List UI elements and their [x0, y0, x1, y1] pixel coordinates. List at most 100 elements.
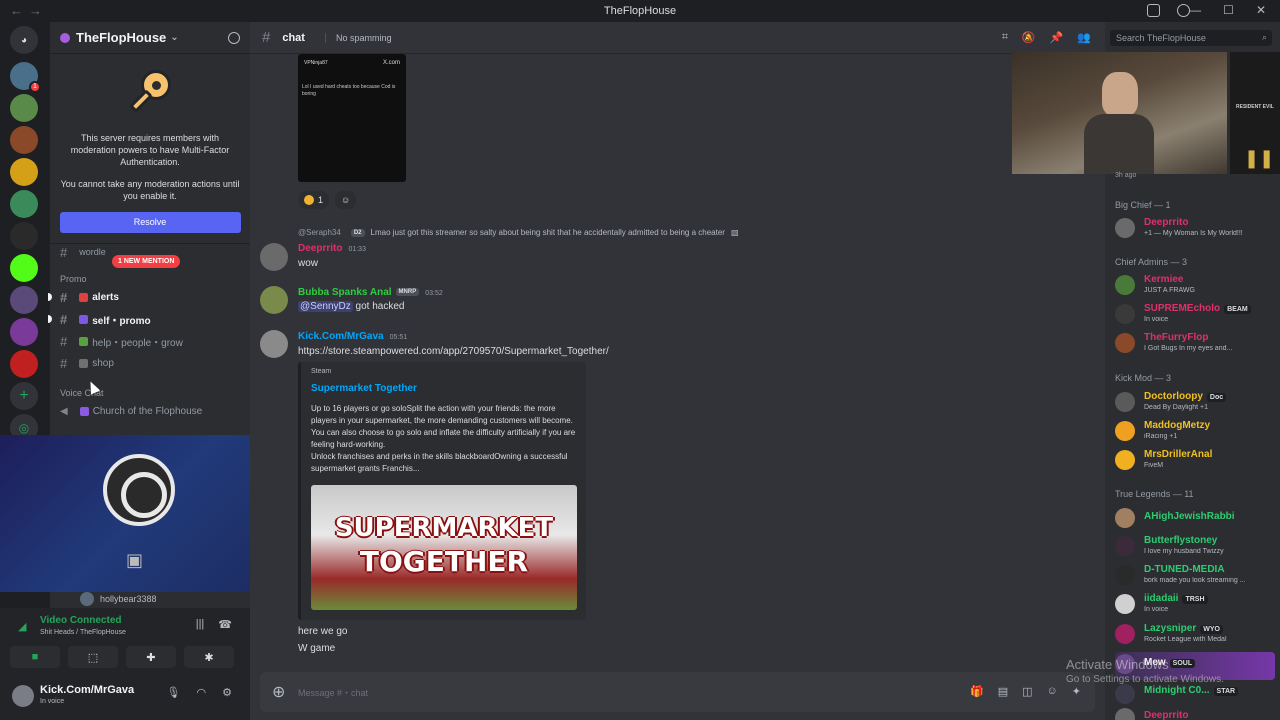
- embed-title[interactable]: Supermarket Together: [311, 383, 417, 394]
- category-promo[interactable]: Promo: [50, 266, 250, 286]
- member-item[interactable]: Doctorloopy Doc Dead By Daylight +1: [1115, 390, 1275, 418]
- message-author[interactable]: Bubba Spanks Anal MNRP 03:52: [298, 287, 443, 298]
- embed-image[interactable]: SUPERMARKET TOGETHER: [311, 485, 577, 610]
- member-item[interactable]: TheFurryFlop I Got Bugs In my eyes and..…: [1115, 331, 1275, 359]
- hash-icon: #: [262, 29, 271, 46]
- avatar[interactable]: [260, 243, 288, 271]
- image-icon: ▧: [730, 228, 739, 237]
- headphones-icon[interactable]: ◠: [197, 686, 207, 699]
- pin-icon[interactable]: 📌: [1050, 31, 1064, 44]
- channel-self-promo[interactable]: # self・promo: [48, 308, 250, 330]
- inbox-icon[interactable]: [1147, 4, 1160, 17]
- activities-button[interactable]: ✚: [126, 646, 176, 668]
- user-mention[interactable]: @SennyDz: [298, 301, 353, 312]
- disconnect-icon[interactable]: ☎: [218, 618, 232, 631]
- help-icon[interactable]: [1177, 4, 1190, 17]
- server-icon[interactable]: 1: [10, 62, 41, 93]
- chevron-down-icon: ⌄: [170, 32, 179, 43]
- role-group-header: True Legends — 11: [1115, 489, 1194, 499]
- avatar: [1115, 536, 1135, 556]
- member-item[interactable]: D-TUNED-MEDIA bork made you look streami…: [1115, 563, 1275, 591]
- voice-channel-church[interactable]: ◀ Church of the Flophouse: [50, 400, 250, 422]
- seedling-emoji-icon: [79, 336, 89, 346]
- server-icon[interactable]: [10, 190, 38, 218]
- member-item[interactable]: SUPREMEcholo BEAM In voice: [1115, 302, 1275, 330]
- message-text: W game: [298, 643, 336, 654]
- crown-server-icon[interactable]: [10, 158, 38, 186]
- server-icon[interactable]: [10, 286, 38, 314]
- channel-alerts[interactable]: # alerts: [48, 286, 250, 308]
- threads-icon[interactable]: ⌗: [1002, 31, 1008, 44]
- server-icon[interactable]: [10, 126, 38, 154]
- close-button[interactable]: ✕: [1256, 3, 1266, 17]
- channel-topic[interactable]: No spamming: [324, 32, 392, 43]
- category-voice-chat[interactable]: Voice Chat: [50, 380, 250, 400]
- resolve-button[interactable]: Resolve: [59, 212, 241, 233]
- gif-icon[interactable]: ▤: [998, 685, 1008, 698]
- signal-icon[interactable]: ◢: [18, 620, 26, 633]
- apps-icon[interactable]: ✦: [1072, 685, 1081, 698]
- member-item[interactable]: AHighJewishRabbi: [1115, 506, 1275, 534]
- message-text: wow: [298, 258, 319, 269]
- sticker-icon[interactable]: ◫: [1022, 685, 1032, 698]
- attach-plus-icon[interactable]: ⊕: [272, 682, 285, 702]
- new-mention-badge[interactable]: 1 NEW MENTION: [112, 255, 181, 268]
- avatar: [1115, 594, 1135, 614]
- timestamp: 3h ago: [1115, 172, 1137, 179]
- voice-status[interactable]: Video Connected: [40, 615, 122, 626]
- user-name[interactable]: Kick.Com/MrGava: [40, 684, 134, 696]
- gift-icon[interactable]: 🎁: [970, 685, 984, 698]
- message-author[interactable]: Deeprrito 01:33: [298, 243, 366, 254]
- maximize-button[interactable]: ☐: [1223, 3, 1234, 17]
- member-item[interactable]: Deeprrito +1 — My Woman Is My World!!!: [1115, 216, 1275, 244]
- screen-share-button[interactable]: ⬚: [68, 646, 118, 668]
- reply-reference[interactable]: @Seraph34 D2 Lmao just got this streamer…: [298, 228, 739, 237]
- server-icon[interactable]: [10, 94, 38, 122]
- noise-suppression-icon[interactable]: |||: [196, 618, 205, 631]
- member-item[interactable]: MrsDrillerAnal FiveM: [1115, 448, 1275, 476]
- member-item[interactable]: Kermiee JUST A FRAWG: [1115, 273, 1275, 301]
- reaction-laugh[interactable]: 1: [298, 191, 330, 209]
- microphone-icon[interactable]: 🎙: [167, 686, 181, 699]
- gear-icon[interactable]: ⚙: [222, 686, 232, 699]
- emoji-icon[interactable]: ☺: [1047, 685, 1058, 698]
- role-group-header: Big Chief — 1: [1115, 200, 1171, 210]
- discord-home-icon[interactable]: ◕: [10, 26, 38, 54]
- server-header[interactable]: TheFlopHouse ⌄: [50, 22, 250, 54]
- kick-server-icon[interactable]: [10, 254, 38, 282]
- voice-participant[interactable]: hollybear3388: [80, 592, 157, 606]
- add-member-icon[interactable]: [228, 31, 240, 44]
- add-reaction-button[interactable]: ☺: [335, 191, 357, 209]
- server-icon[interactable]: [10, 222, 38, 250]
- camera-button[interactable]: ■: [10, 646, 60, 668]
- embedded-screenshot[interactable]: VPNinja87 X.com Lol I used hard cheats t…: [298, 54, 406, 182]
- member-item[interactable]: Butterflystoney I love my husband Twizzy: [1115, 534, 1275, 562]
- avatar: [1115, 508, 1135, 528]
- avatar[interactable]: [260, 330, 288, 358]
- voice-channel-path[interactable]: Shit Heads / TheFlopHouse: [40, 629, 126, 636]
- avatar: [1115, 392, 1135, 412]
- server-icon[interactable]: [10, 318, 38, 346]
- member-item[interactable]: Lazysniper WYO Rocket League with Medal: [1115, 622, 1275, 650]
- channel-help[interactable]: # help・people・grow: [50, 330, 250, 352]
- embed-provider[interactable]: Steam: [311, 368, 331, 375]
- avatar[interactable]: [12, 685, 34, 707]
- server-icon[interactable]: [10, 350, 38, 378]
- add-server-icon[interactable]: +: [10, 382, 38, 410]
- bell-off-icon[interactable]: 🔕: [1022, 31, 1036, 44]
- soundboard-button[interactable]: ✱: [184, 646, 234, 668]
- minimize-button[interactable]: —: [1189, 3, 1201, 17]
- member-item[interactable]: Deeprrito: [1115, 706, 1275, 720]
- channel-shop[interactable]: # shop: [50, 352, 250, 374]
- member-item[interactable]: iidadaii TRSH In voice: [1115, 592, 1275, 620]
- link-embed-card: Steam Supermarket Together Up to 16 play…: [298, 362, 586, 620]
- members-icon[interactable]: 👥: [1077, 31, 1091, 44]
- message-author[interactable]: Kick.Com/MrGava 05:51: [298, 331, 407, 342]
- message-link[interactable]: https://store.steampowered.com/app/27095…: [298, 346, 609, 357]
- avatar: [1115, 218, 1135, 238]
- message-input[interactable]: Message #・chat: [298, 686, 368, 699]
- member-item[interactable]: MaddogMetzy iRacing +1: [1115, 419, 1275, 447]
- search-input[interactable]: Search TheFlopHouse ⌕: [1110, 30, 1272, 46]
- avatar[interactable]: [260, 286, 288, 314]
- webcam-overlay: [1012, 52, 1227, 174]
